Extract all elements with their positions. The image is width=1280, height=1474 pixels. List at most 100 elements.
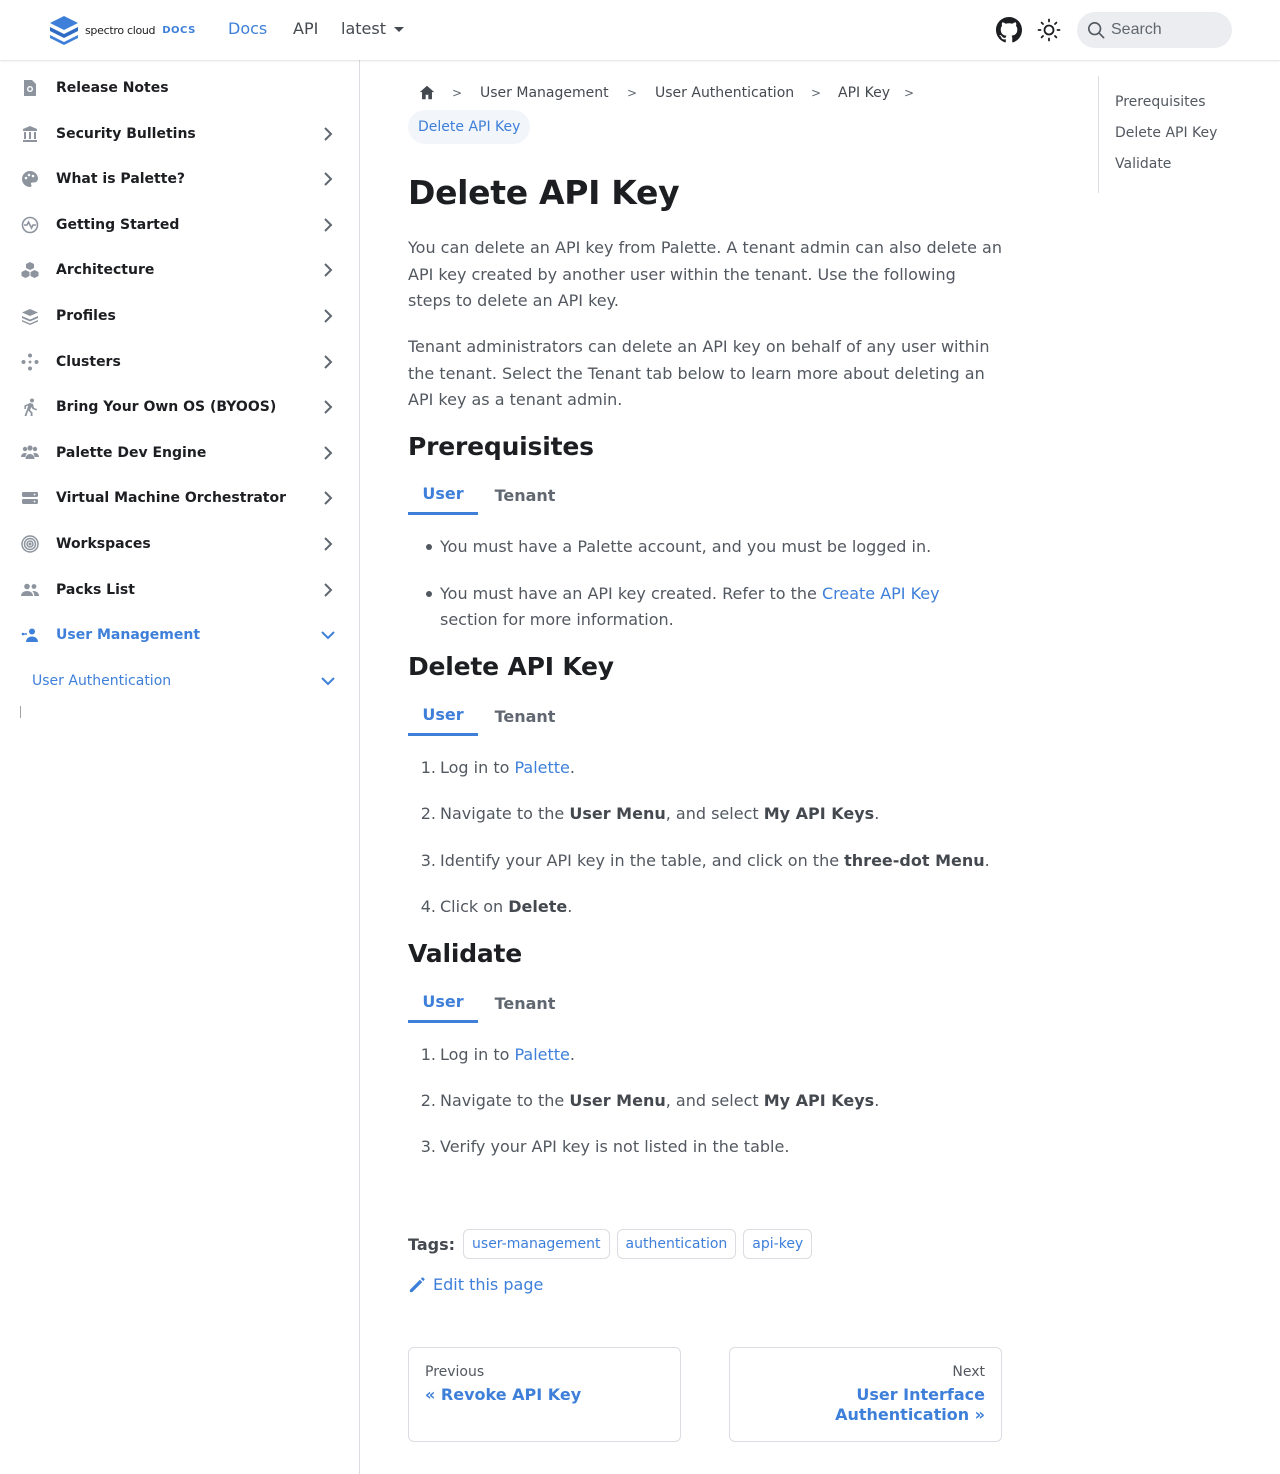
create-api-key-link[interactable]: Create API Key <box>822 584 940 603</box>
tag-authentication[interactable]: authentication <box>616 1229 737 1259</box>
text-fragment: You must have an API key created. Refer … <box>440 584 822 603</box>
user-management-icon <box>20 625 40 645</box>
list-number: 2. <box>420 804 436 823</box>
pagination-previous[interactable]: Previous « Revoke API Key <box>408 1347 681 1442</box>
breadcrumb-item[interactable]: API Key <box>838 82 890 104</box>
sidebar-item-user-management[interactable]: User Management <box>20 615 340 655</box>
chevron-right-icon[interactable] <box>318 488 338 508</box>
chevron-right-icon[interactable] <box>318 397 338 417</box>
bold-text: Delete <box>508 897 568 916</box>
list-number: 1. <box>420 758 436 777</box>
chevron-right-icon[interactable] <box>318 352 338 372</box>
palette-link[interactable]: Palette <box>514 758 569 777</box>
page-title: Delete API Key <box>408 173 680 212</box>
sidebar-item-security-bulletins[interactable]: Security Bulletins <box>20 114 340 154</box>
toc-link-validate[interactable]: Validate <box>1115 156 1171 172</box>
tabs-prerequisites: User Tenant <box>408 475 1002 515</box>
list-number: 1. <box>420 1045 436 1064</box>
chevron-right-icon[interactable] <box>318 260 338 280</box>
text-fragment: . <box>874 804 880 823</box>
tab-tenant[interactable]: Tenant <box>478 475 572 515</box>
sun-theme-toggle-icon[interactable] <box>1037 18 1061 42</box>
text-fragment: Click on <box>440 897 509 916</box>
text-fragment: Log in to <box>440 758 515 777</box>
sidebar-item-release-notes[interactable]: Release Notes <box>20 68 340 108</box>
chevron-right-icon[interactable] <box>318 534 338 554</box>
breadcrumb-separator-icon: > <box>452 86 463 100</box>
chevron-down-icon[interactable] <box>318 671 338 691</box>
list-item: You must have a Palette account, and you… <box>408 534 1002 560</box>
chevron-right-icon[interactable] <box>318 124 338 144</box>
sidebar-item-getting-started[interactable]: Getting Started <box>20 205 340 245</box>
pagination-next[interactable]: Next User Interface Authentication » <box>729 1347 1002 1442</box>
text-fragment: section for more information. <box>440 610 674 629</box>
section-heading-validate: Validate <box>408 939 523 968</box>
brand-logo-link[interactable]: spectro cloud DOCS <box>48 15 196 45</box>
version-dropdown[interactable]: latest <box>341 19 404 38</box>
sidebar-item-workspaces[interactable]: Workspaces <box>20 524 340 564</box>
chevron-right-icon[interactable] <box>318 169 338 189</box>
chevron-right-icon[interactable] <box>318 306 338 326</box>
sidebar-item-label: Security Bulletins <box>56 126 196 142</box>
chevron-right-icon[interactable] <box>318 580 338 600</box>
tab-tenant[interactable]: Tenant <box>478 983 572 1023</box>
tags-row: Tags: user-management authentication api… <box>408 1228 813 1260</box>
sidebar-item-packs-list[interactable]: Packs List <box>20 570 340 610</box>
security-bulletin-icon <box>20 124 40 144</box>
spectro-cloud-logo-icon <box>50 16 78 45</box>
list-item: 4. Click on Delete. <box>408 894 1002 920</box>
chevron-right-icon[interactable] <box>318 443 338 463</box>
pagination-label: User Interface Authentication » <box>746 1385 985 1425</box>
sidebar-item-label: Release Notes <box>56 80 169 96</box>
list-item-text: Verify your API key is not listed in the… <box>440 1137 790 1156</box>
tab-user[interactable]: User <box>408 475 478 515</box>
release-notes-icon <box>20 78 40 98</box>
sidebar-item-virtual-machine-orchestrator[interactable]: Virtual Machine Orchestrator <box>20 478 340 518</box>
nav-docs-link[interactable]: Docs <box>228 19 267 38</box>
sidebar-subitem-user-authentication[interactable]: User Authentication <box>32 663 340 699</box>
sidebar-item-label: User Management <box>56 627 201 643</box>
table-of-contents: Prerequisites Delete API Key Validate <box>1098 76 1268 193</box>
sidebar-item-profiles[interactable]: Profiles <box>20 296 340 336</box>
sidebar-item-what-is-palette[interactable]: What is Palette? <box>20 159 340 199</box>
section-heading-delete-api-key: Delete API Key <box>408 652 614 681</box>
list-number: 3. <box>420 1137 436 1156</box>
sidebar-item-label: Palette Dev Engine <box>56 445 207 461</box>
pagination-label-line: User Interface <box>856 1385 985 1404</box>
toc-link-prerequisites[interactable]: Prerequisites <box>1115 94 1206 110</box>
tabs-delete-api-key: User Tenant <box>408 696 1002 736</box>
tab-tenant[interactable]: Tenant <box>478 696 572 736</box>
edit-this-page-link[interactable]: Edit this page <box>408 1272 543 1296</box>
toc-link-delete-api-key[interactable]: Delete API Key <box>1115 125 1217 141</box>
cubes-icon <box>20 260 40 280</box>
breadcrumb-item[interactable]: User Authentication <box>655 82 794 104</box>
search-input[interactable] <box>1111 21 1221 39</box>
tag-api-key[interactable]: api-key <box>743 1229 813 1259</box>
sidebar-item-label: Bring Your Own OS (BYOOS) <box>56 399 277 415</box>
bold-text: User Menu <box>569 804 666 823</box>
github-icon[interactable] <box>996 17 1022 43</box>
search-bar[interactable] <box>1077 12 1232 48</box>
sidebar-item-palette-dev-engine[interactable]: Palette Dev Engine <box>20 433 340 473</box>
sidebar-item-clusters[interactable]: Clusters <box>20 342 340 382</box>
tag-user-management[interactable]: user-management <box>463 1229 610 1259</box>
list-item: 3. Identify your API key in the table, a… <box>408 848 1002 874</box>
breadcrumb-separator-icon: > <box>811 86 822 100</box>
bold-text: User Menu <box>569 1091 666 1110</box>
pulse-icon <box>20 215 40 235</box>
sidebar-item-architecture[interactable]: Architecture <box>20 250 340 290</box>
tab-user[interactable]: User <box>408 983 478 1023</box>
nav-api-link[interactable]: API <box>293 19 318 38</box>
chevron-right-icon[interactable] <box>318 215 338 235</box>
palette-link[interactable]: Palette <box>514 1045 569 1064</box>
breadcrumb-item[interactable]: User Management <box>480 82 609 104</box>
home-icon[interactable] <box>418 84 436 102</box>
bold-text: My API Keys <box>763 1091 875 1110</box>
sidebar-item-label: Packs List <box>56 582 135 598</box>
list-item: 3. Verify your API key is not listed in … <box>408 1134 1002 1160</box>
chevron-down-icon[interactable] <box>318 625 338 645</box>
text-fragment: . <box>569 1045 575 1064</box>
sidebar-item-byoos[interactable]: Bring Your Own OS (BYOOS) <box>20 387 340 427</box>
tab-user[interactable]: User <box>408 696 478 736</box>
sidebar-subitem-label: User Authentication <box>32 673 172 689</box>
